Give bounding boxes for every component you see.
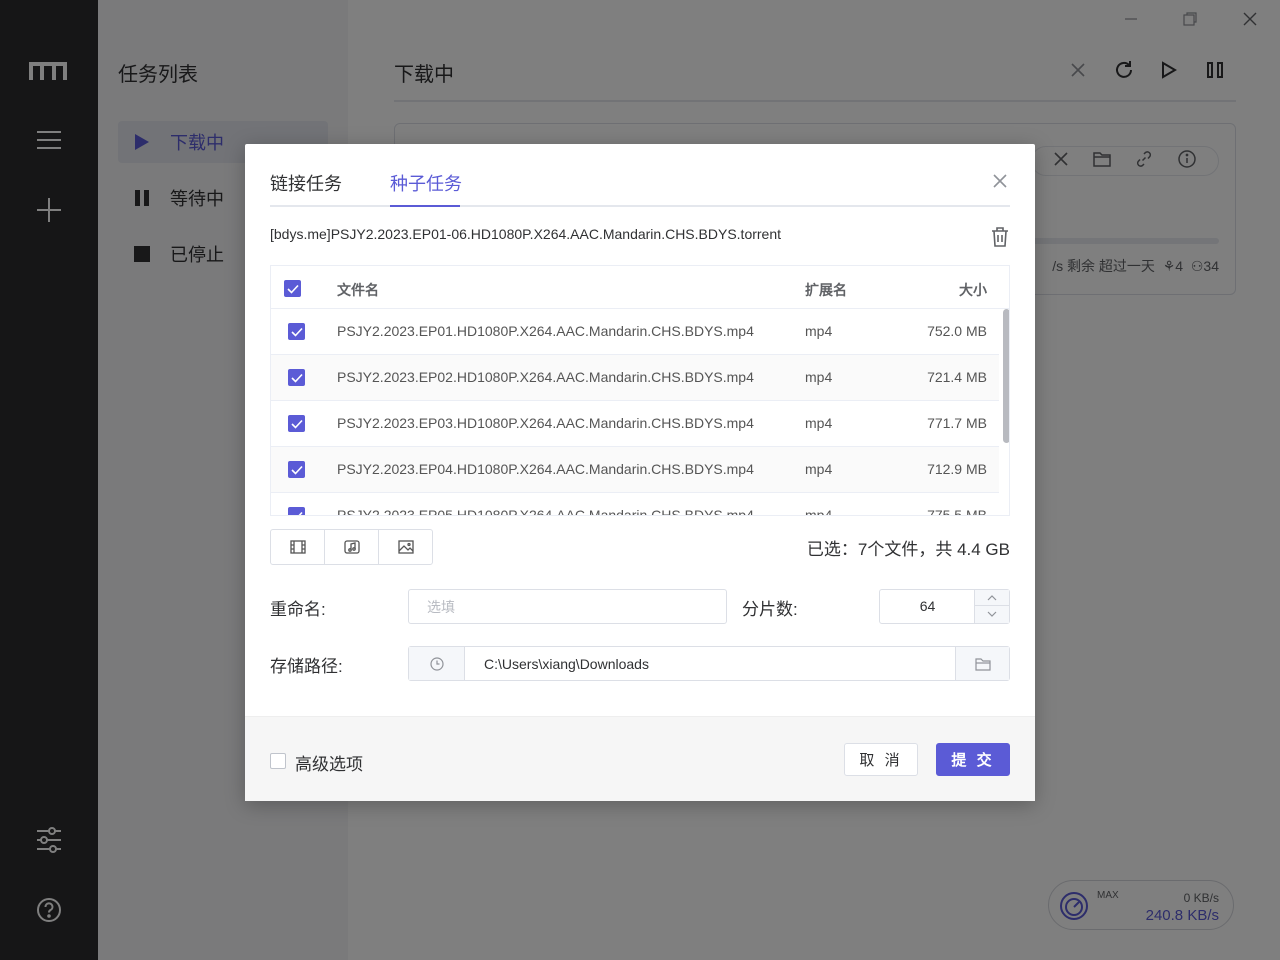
row-checkbox[interactable]	[288, 415, 305, 432]
table-header: 文件名 扩展名 大小	[271, 266, 1009, 309]
path-label: 存储路径:	[270, 657, 343, 676]
audio-filter-icon[interactable]	[325, 530, 379, 564]
file-size: 771.7 MB	[927, 415, 987, 431]
chevron-up-icon[interactable]	[975, 590, 1009, 606]
dialog-footer: 高级选项 取 消 提 交	[245, 716, 1035, 801]
table-row[interactable]: PSJY2.2023.EP03.HD1080P.X264.AAC.Mandari…	[271, 401, 999, 447]
file-ext: mp4	[805, 415, 833, 431]
advanced-options-label[interactable]: 高级选项	[295, 750, 363, 775]
table-row[interactable]: PSJY2.2023.EP01.HD1080P.X264.AAC.Mandari…	[271, 309, 999, 355]
file-type-filters	[270, 529, 433, 565]
video-filter-icon[interactable]	[271, 530, 325, 564]
folder-browse-icon[interactable]	[955, 647, 1009, 680]
file-table: 文件名 扩展名 大小 PSJY2.2023.EP01.HD1080P.X264.…	[270, 265, 1010, 516]
image-filter-icon[interactable]	[379, 530, 432, 564]
chevron-down-icon[interactable]	[975, 606, 1009, 622]
select-all-checkbox[interactable]	[284, 280, 301, 297]
close-icon[interactable]	[989, 170, 1011, 192]
tab-torrent-task[interactable]: 种子任务	[390, 170, 462, 207]
file-size: 721.4 MB	[927, 369, 987, 385]
split-label: 分片数:	[742, 600, 798, 619]
file-ext: mp4	[805, 369, 833, 385]
file-size: 712.9 MB	[927, 461, 987, 477]
advanced-options-checkbox[interactable]	[270, 753, 286, 769]
history-clock-icon[interactable]	[409, 647, 465, 680]
row-checkbox[interactable]	[288, 461, 305, 478]
file-name: PSJY2.2023.EP04.HD1080P.X264.AAC.Mandari…	[337, 461, 754, 477]
selected-summary: 已选：7个文件，共 4.4 GB	[806, 540, 1010, 559]
file-size: 752.0 MB	[927, 323, 987, 339]
tab-link-task[interactable]: 链接任务	[270, 170, 342, 207]
split-value[interactable]: 64	[880, 590, 975, 623]
rename-label: 重命名:	[270, 600, 326, 619]
row-checkbox[interactable]	[288, 369, 305, 386]
torrent-file-name: [bdys.me]PSJY2.2023.EP01-06.HD1080P.X264…	[270, 226, 782, 242]
submit-button[interactable]: 提 交	[936, 743, 1010, 776]
row-checkbox[interactable]	[288, 323, 305, 340]
file-name: PSJY2.2023.EP02.HD1080P.X264.AAC.Mandari…	[337, 369, 754, 385]
file-ext: mp4	[805, 507, 833, 516]
header-extension[interactable]: 扩展名	[805, 280, 847, 300]
file-size: 775.5 MB	[927, 507, 987, 516]
split-stepper[interactable]: 64	[879, 589, 1010, 624]
scrollbar-thumb[interactable]	[1003, 309, 1009, 443]
header-filename[interactable]: 文件名	[337, 280, 379, 300]
save-path-group	[408, 646, 1010, 681]
header-size[interactable]: 大小	[959, 280, 987, 300]
tab-active-indicator	[390, 205, 460, 207]
rename-input[interactable]	[408, 589, 727, 624]
table-row[interactable]: PSJY2.2023.EP02.HD1080P.X264.AAC.Mandari…	[271, 355, 999, 401]
file-ext: mp4	[805, 323, 833, 339]
file-name: PSJY2.2023.EP03.HD1080P.X264.AAC.Mandari…	[337, 415, 754, 431]
cancel-button[interactable]: 取 消	[844, 743, 918, 776]
trash-icon[interactable]	[989, 226, 1011, 248]
file-name: PSJY2.2023.EP01.HD1080P.X264.AAC.Mandari…	[337, 323, 754, 339]
row-checkbox[interactable]	[288, 507, 305, 515]
dialog-tabs: 链接任务 种子任务	[270, 144, 1010, 207]
table-row[interactable]: PSJY2.2023.EP04.HD1080P.X264.AAC.Mandari…	[271, 447, 999, 493]
save-path-input[interactable]	[466, 647, 956, 680]
file-name: PSJY2.2023.EP05.HD1080P.X264.AAC.Mandari…	[337, 507, 754, 516]
stepper-arrows	[974, 590, 1009, 623]
table-row[interactable]: PSJY2.2023.EP05.HD1080P.X264.AAC.Mandari…	[271, 493, 999, 516]
add-task-dialog: 链接任务 种子任务 [bdys.me]PSJY2.2023.EP01-06.HD…	[245, 144, 1035, 801]
table-scrollbar[interactable]	[1002, 309, 1009, 515]
file-ext: mp4	[805, 461, 833, 477]
